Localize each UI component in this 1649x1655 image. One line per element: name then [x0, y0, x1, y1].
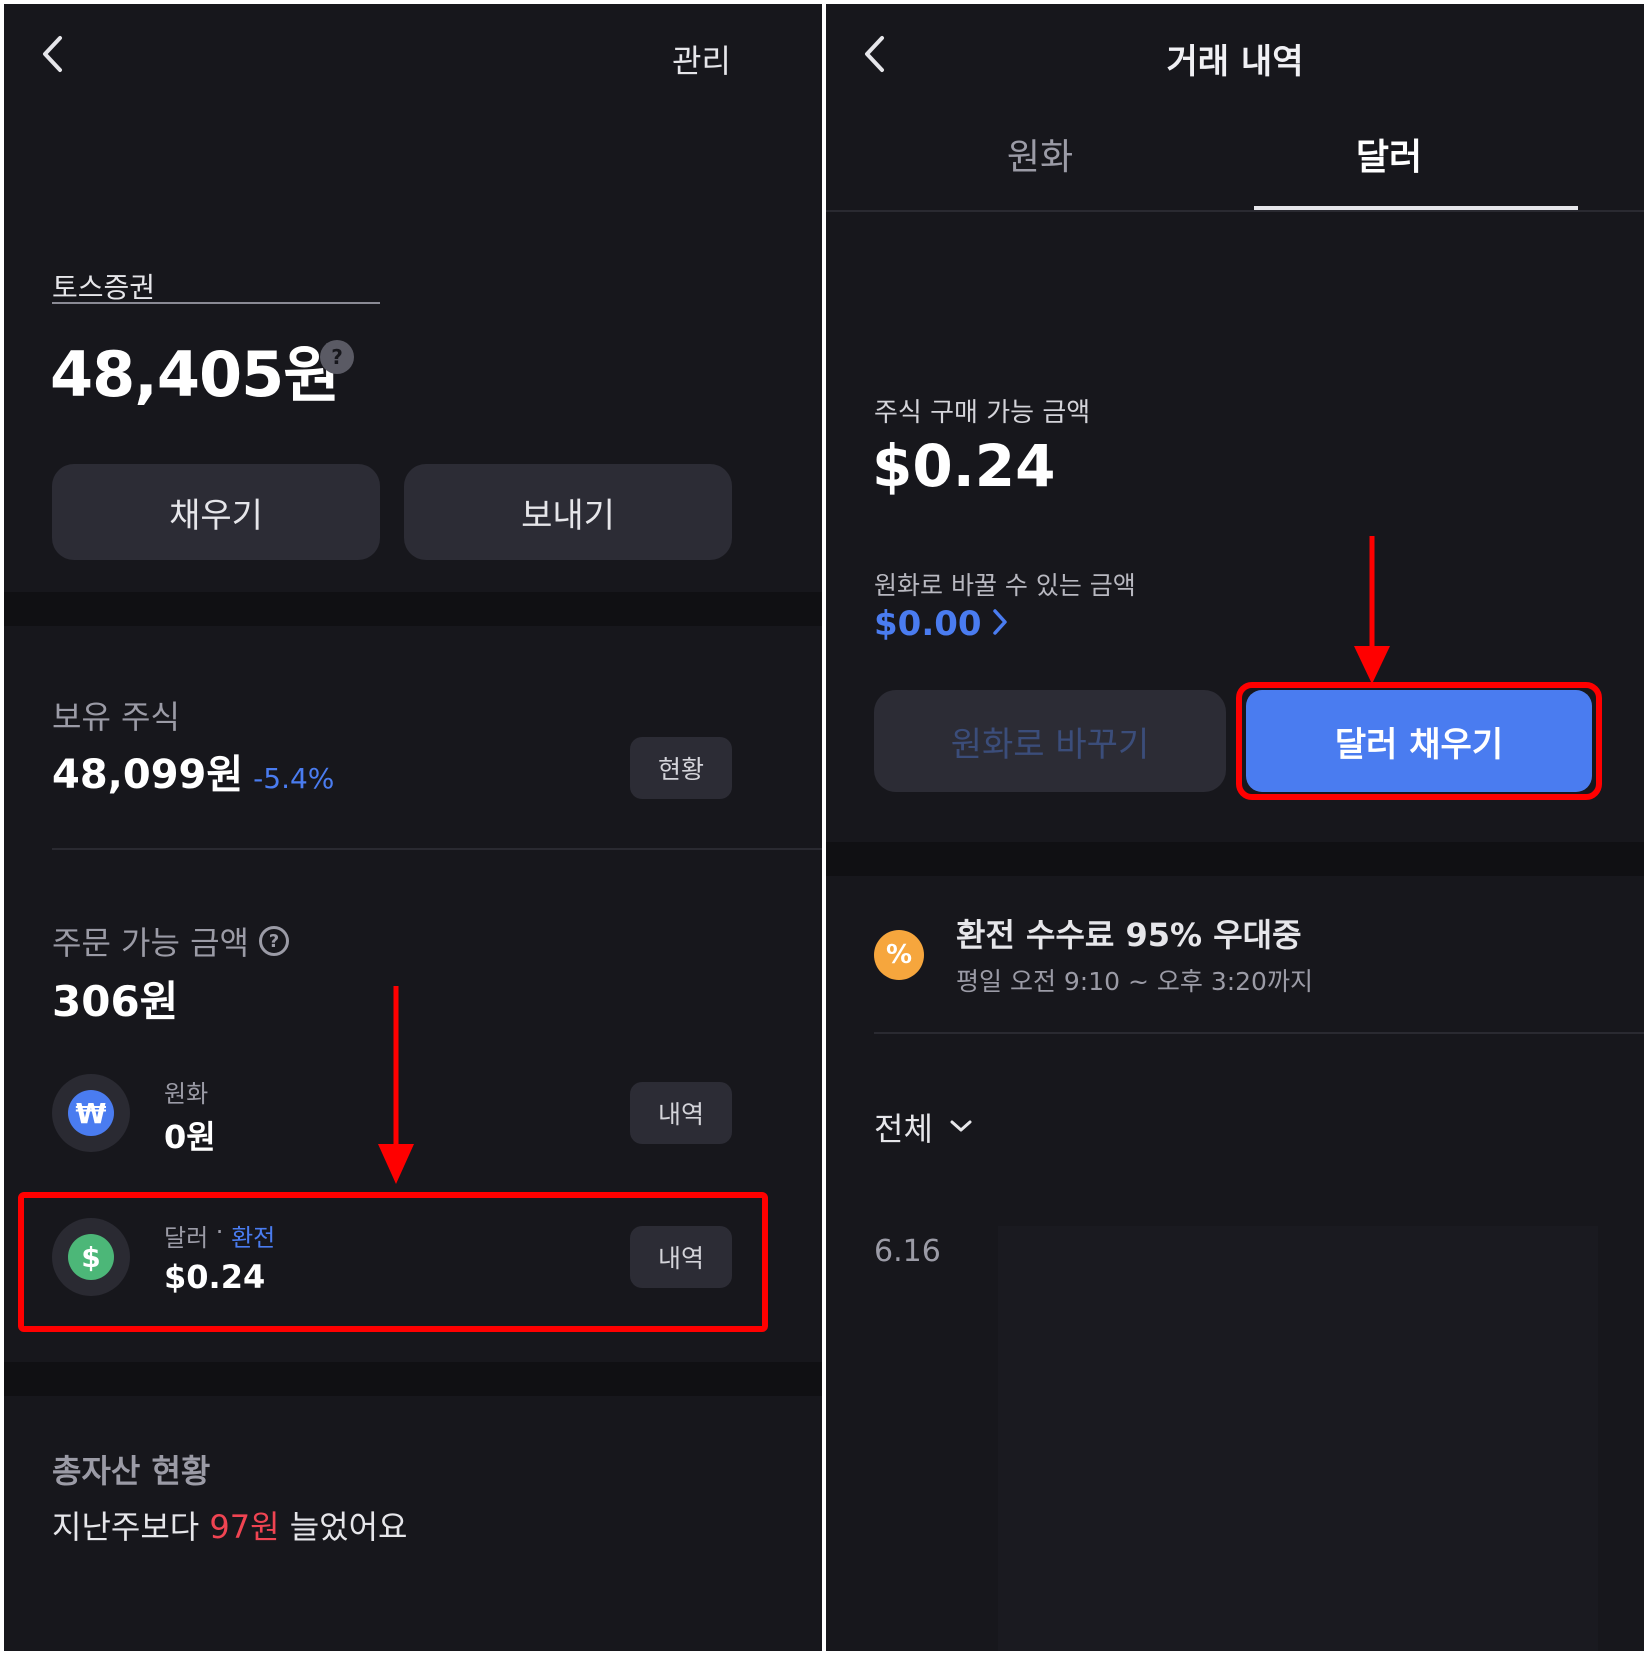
account-panel: 관리 토스증권 48,405원 ? 채우기 보내기 보유 주식 48,099원 …: [4, 4, 822, 1651]
convertible-amount: $0.00: [874, 604, 982, 644]
transaction-date: 6.16: [874, 1234, 941, 1269]
holdings-status-button[interactable]: 현황: [630, 737, 732, 799]
krw-label: 원화: [164, 1080, 209, 1108]
chevron-down-icon: [949, 1118, 973, 1137]
help-icon[interactable]: ?: [258, 926, 289, 956]
convertible-label: 원화로 바꿀 수 있는 금액: [874, 571, 1136, 600]
holdings-summary[interactable]: 48,099원 -5.4%: [52, 742, 334, 800]
transaction-history-panel: 거래 내역 원화 달러 주식 구매 가능 금액 $0.24 원화로 바꿀 수 있…: [826, 4, 1644, 1651]
section-divider: [4, 592, 822, 626]
divider: [52, 848, 822, 850]
account-name[interactable]: 토스증권: [52, 266, 155, 306]
filter-dropdown[interactable]: 전체: [874, 1104, 973, 1150]
holdings-change: -5.4%: [253, 762, 335, 795]
increase-amount: 97원: [209, 1508, 280, 1546]
fill-button[interactable]: 채우기: [52, 464, 380, 560]
annotation-arrow: [1352, 536, 1392, 686]
orderable-title: 주문 가능 금액: [52, 924, 249, 962]
help-icon[interactable]: ?: [320, 340, 354, 374]
krw-amount: 0원: [164, 1118, 216, 1156]
section-divider: [4, 1362, 822, 1396]
percent-icon: %: [874, 930, 924, 980]
krw-avatar: ₩: [52, 1074, 130, 1152]
annotation-arrow: [376, 986, 416, 1186]
promo-subtitle: 평일 오전 9:10 ~ 오후 3:20까지: [956, 967, 1313, 996]
filter-label: 전체: [874, 1110, 933, 1148]
buyable-label: 주식 구매 가능 금액: [874, 398, 1091, 428]
promo-title[interactable]: 환전 수수료 95% 우대중: [956, 910, 1302, 956]
annotation-highlight-box: [1236, 682, 1602, 800]
convertible-link[interactable]: $0.00: [874, 604, 1008, 644]
active-tab-indicator: [1254, 206, 1578, 210]
orderable-header: 주문 가능 금액 ?: [52, 918, 289, 964]
convert-to-krw-button[interactable]: 원화로 바꾸기: [874, 690, 1226, 792]
annotation-highlight-box: [18, 1192, 768, 1332]
holdings-title: 보유 주식: [52, 698, 180, 736]
total-assets-title: 총자산 현황: [52, 1452, 211, 1490]
manage-button[interactable]: 관리: [672, 36, 731, 82]
summary-text-end: 늘었어요: [279, 1508, 408, 1546]
section-divider: [826, 842, 1644, 876]
back-icon[interactable]: [40, 34, 66, 74]
send-button[interactable]: 보내기: [404, 464, 732, 560]
summary-text: 지난주보다: [52, 1508, 210, 1546]
chevron-right-icon: [992, 608, 1008, 640]
tab-usd[interactable]: 달러: [1239, 128, 1539, 180]
transaction-list-placeholder: [998, 1226, 1598, 1651]
won-icon: ₩: [68, 1090, 114, 1136]
total-amount: 48,405원: [50, 338, 340, 411]
krw-history-button[interactable]: 내역: [630, 1082, 732, 1144]
total-assets-summary: 지난주보다 97원 늘었어요: [52, 1502, 407, 1548]
divider: [874, 1032, 1644, 1034]
page-title: 거래 내역: [1166, 42, 1304, 82]
orderable-amount: 306원: [52, 977, 179, 1026]
buyable-amount: $0.24: [872, 432, 1056, 500]
tab-krw[interactable]: 원화: [890, 128, 1190, 180]
holdings-amount: 48,099원: [52, 752, 244, 798]
account-name-underline: [52, 302, 380, 304]
tabs-divider: [826, 210, 1644, 212]
